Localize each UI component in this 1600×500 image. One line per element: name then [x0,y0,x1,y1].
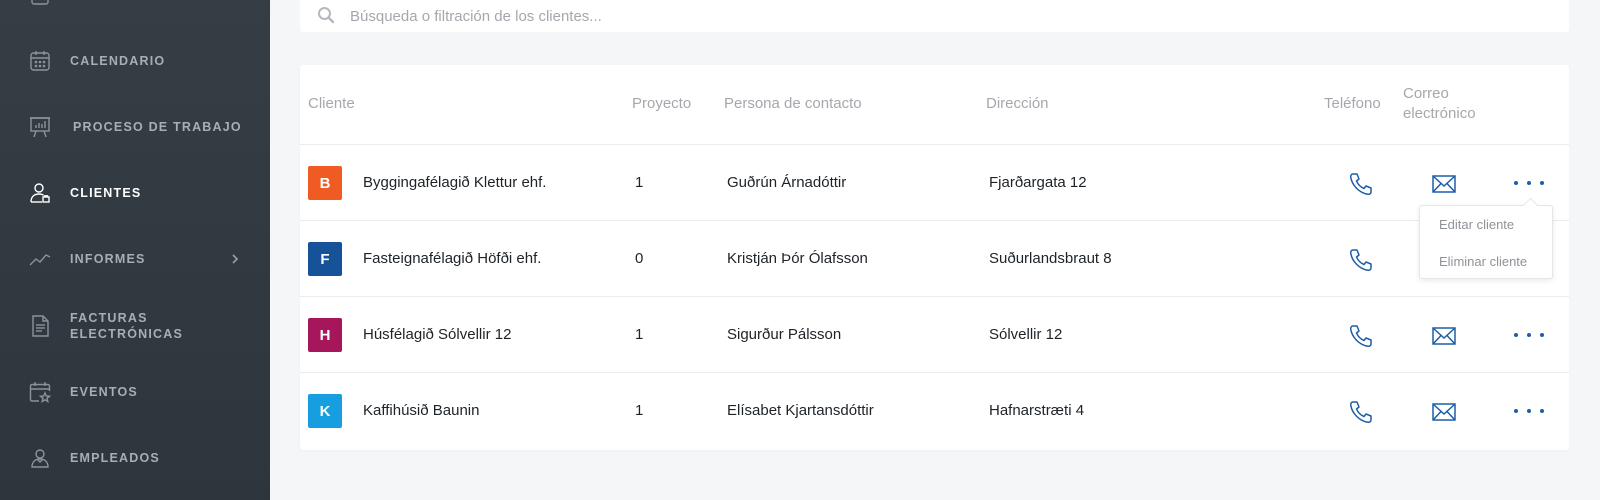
column-header-project[interactable]: Proyecto [632,94,691,114]
address: Sólvellir 12 [989,326,1063,343]
table-row[interactable]: K Kaffihúsið Baunin 1 Elísabet Kjartansd… [300,373,1569,449]
column-header-address[interactable]: Dirección [986,94,1049,114]
client-avatar: H [308,318,342,352]
column-header-client[interactable]: Cliente [308,94,355,114]
sidebar-item-invoices[interactable]: FACTURAS ELECTRÓNICAS [0,293,270,359]
edit-client-menu-item[interactable]: Editar cliente [1439,217,1514,233]
sidebar-item-label-line2: ELECTRÓNICAS [70,327,184,341]
table-row[interactable]: B Byggingafélagið Klettur ehf. 1 Guðrún … [300,145,1569,221]
more-options-icon[interactable] [1514,403,1544,419]
employees-icon [28,446,52,470]
column-header-contact[interactable]: Persona de contacto [724,94,862,114]
contact-person: Sigurður Pálsson [727,326,842,343]
phone-icon[interactable] [1347,398,1375,426]
email-icon[interactable] [1430,322,1458,350]
search-icon [318,7,335,24]
row-actions-dropdown: Editar cliente Eliminar cliente [1419,205,1553,279]
calendar-star-icon [28,380,52,404]
address: Hafnarstræti 4 [989,402,1085,419]
sidebar-item-label: PROCESO DE TRABAJO [73,120,242,134]
table-header: Cliente Proyecto Persona de contacto Dir… [300,65,1569,145]
email-icon[interactable] [1430,170,1458,198]
delete-client-menu-item[interactable]: Eliminar cliente [1439,254,1527,270]
client-avatar: K [308,394,342,428]
contact-person: Kristján Þór Ólafsson [727,250,868,267]
column-header-email-line1: Correo [1403,85,1449,102]
client-user-icon [28,181,52,205]
sidebar-item-events[interactable]: EVENTOS [0,359,270,425]
sidebar-item-workflow[interactable]: PROCESO DE TRABAJO [0,94,270,160]
search-bar [300,0,1569,32]
client-name[interactable]: Fasteignafélagið Höfði ehf. [363,249,541,269]
sidebar-item-calendar[interactable]: CALENDARIO [0,28,270,94]
address: Fjarðargata 12 [989,174,1087,191]
sidebar-item-label: FACTURAS ELECTRÓNICAS [70,310,183,342]
column-header-phone[interactable]: Teléfono [1324,94,1381,114]
trend-chart-icon [28,247,52,271]
project-count: 0 [635,250,644,267]
contact-person: Elísabet Kjartansdóttir [727,402,874,419]
clients-table: Cliente Proyecto Persona de contacto Dir… [300,65,1569,450]
table-row[interactable]: H Húsfélagið Sólvellir 12 1 Sigurður Pál… [300,297,1569,373]
more-options-icon[interactable] [1514,175,1544,191]
phone-icon[interactable] [1347,322,1375,350]
sidebar: CALENDARIO PROCESO DE TRABAJO CLIENTES I… [0,0,270,500]
sidebar-item-label: EVENTOS [70,385,138,399]
clipboard-icon [28,0,52,8]
column-header-email-line2: electrónico [1403,105,1476,122]
contact-person: Guðrún Árnadóttir [727,174,847,191]
client-name[interactable]: Kaffihúsið Baunin [363,401,479,421]
column-header-email[interactable]: Correo electrónico [1403,84,1476,124]
sidebar-item-label: CALENDARIO [70,54,166,68]
client-avatar: B [308,166,342,200]
project-count: 1 [635,326,644,343]
phone-icon[interactable] [1347,170,1375,198]
client-avatar: F [308,242,342,276]
client-name[interactable]: Byggingafélagið Klettur ehf. [363,173,546,193]
calendar-icon [28,49,52,73]
sidebar-item-label: CLIENTES [70,186,142,200]
sidebar-item-employees[interactable]: EMPLEADOS [0,425,270,491]
sidebar-item-label: INFORMES [70,252,146,266]
table-row[interactable]: F Fasteignafélagið Höfði ehf. 0 Kristján… [300,221,1569,297]
email-icon[interactable] [1430,398,1458,426]
address: Suðurlandsbraut 8 [989,250,1112,267]
sidebar-item-label-line1: FACTURAS [70,311,148,325]
project-count: 1 [635,402,644,419]
phone-icon[interactable] [1347,246,1375,274]
more-options-icon[interactable] [1514,327,1544,343]
sidebar-item-label: EMPLEADOS [70,451,160,465]
search-input[interactable] [350,0,1250,32]
sidebar-item-clients[interactable]: CLIENTES [0,160,270,226]
document-icon [28,314,52,338]
project-count: 1 [635,174,644,191]
presentation-board-icon [28,115,52,139]
sidebar-item-reports[interactable]: INFORMES [0,226,270,292]
client-name[interactable]: Húsfélagið Sólvellir 12 [363,325,511,345]
chevron-right-icon [232,254,239,264]
